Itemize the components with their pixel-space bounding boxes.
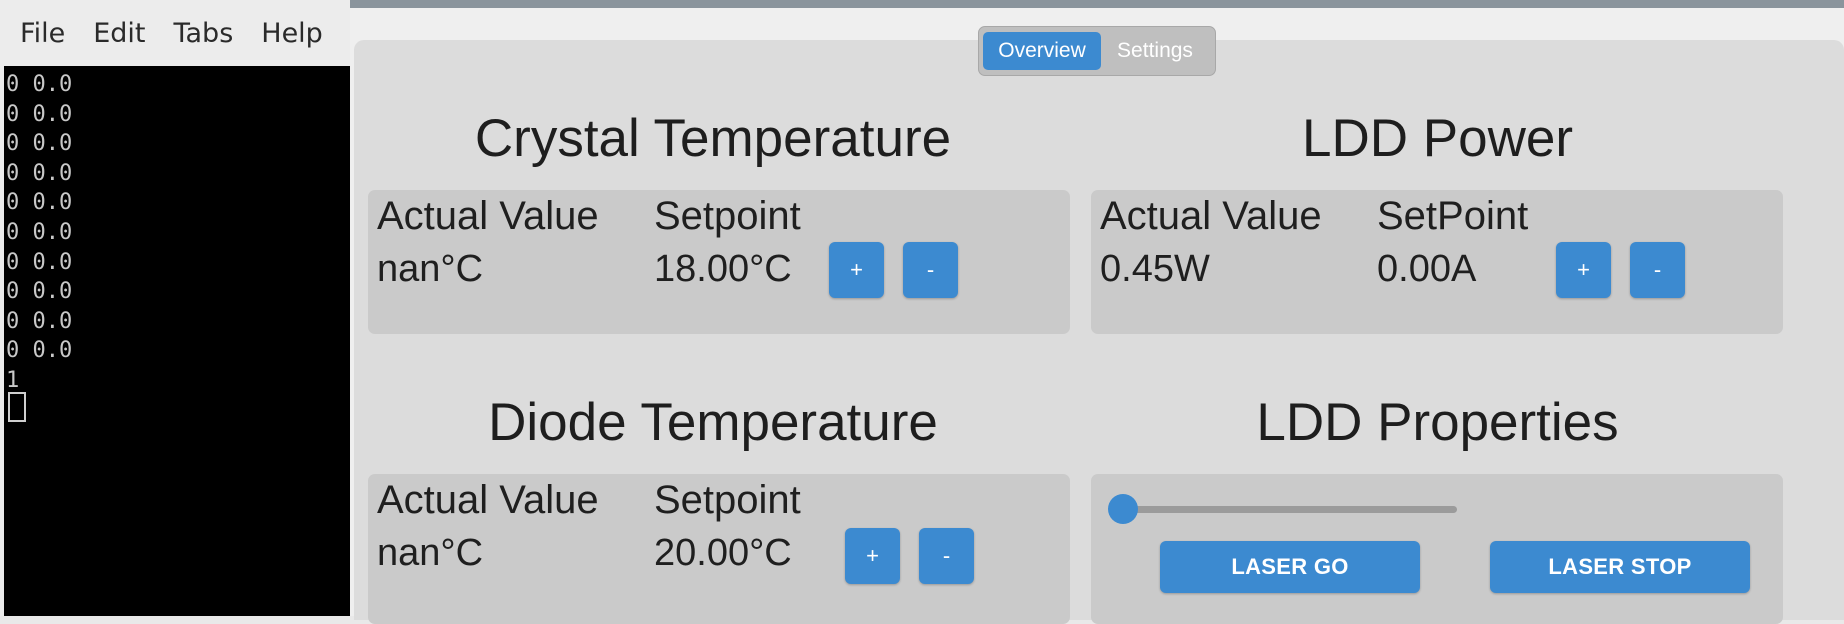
ldd-properties-card: LASER GO LASER STOP [1091, 474, 1783, 624]
ldd-power-actual-label: Actual Value [1100, 194, 1322, 238]
diode-actual-value: nan°C [377, 532, 484, 574]
terminal-line: 0 0.0 [6, 338, 73, 364]
laser-stop-button[interactable]: LASER STOP [1490, 541, 1750, 593]
app-titlebar[interactable] [350, 0, 1844, 8]
diode-temperature-card: Actual Value nan°C Setpoint 20.00°C + - [368, 474, 1070, 624]
crystal-actual-value: nan°C [377, 248, 484, 290]
diode-decrease-button[interactable]: - [919, 528, 974, 584]
tab-settings[interactable]: Settings [1101, 32, 1209, 70]
menu-edit[interactable]: Edit [83, 14, 155, 53]
ldd-power-actual-value: 0.45W [1100, 248, 1210, 290]
laser-slider-thumb[interactable] [1108, 494, 1138, 524]
tab-overview[interactable]: Overview [983, 32, 1101, 70]
ldd-power-card: Actual Value 0.45W SetPoint 0.00A + - [1091, 190, 1783, 334]
crystal-decrease-button[interactable]: - [903, 242, 958, 298]
menu-file[interactable]: File [10, 14, 75, 53]
terminal-line: 0 0.0 [6, 219, 73, 245]
crystal-setpoint-label: Setpoint [654, 194, 801, 238]
ldd-power-setpoint-label: SetPoint [1377, 194, 1529, 238]
terminal-line: 0 0.0 [6, 72, 73, 97]
crystal-temperature-card: Actual Value nan°C Setpoint 18.00°C + - [368, 190, 1070, 334]
terminal-line: 0 0.0 [6, 190, 73, 216]
ldd-properties-title: LDD Properties [1256, 393, 1619, 452]
diode-actual-label: Actual Value [377, 478, 599, 522]
ldd-power-title: LDD Power [1302, 109, 1573, 168]
crystal-setpoint-value: 18.00°C [654, 248, 792, 290]
tab-bar: Overview Settings [978, 26, 1216, 76]
laser-go-button[interactable]: LASER GO [1160, 541, 1420, 593]
app-window: Overview Settings Crystal Temperature Ac… [350, 0, 1844, 624]
terminal-line: 0 0.0 [6, 160, 73, 186]
terminal-menubar: File Edit Tabs Help [0, 0, 350, 66]
terminal-line: 0 0.0 [6, 308, 73, 334]
terminal-output[interactable]: 0 0.0 0 0.0 0 0.0 0 0.0 0 0.0 0 0.0 0 0.… [4, 66, 350, 616]
crystal-actual-label: Actual Value [377, 194, 599, 238]
terminal-line: 0 0.0 [6, 279, 73, 305]
diode-setpoint-value: 20.00°C [654, 532, 792, 574]
laser-slider-track[interactable] [1111, 506, 1457, 513]
diode-setpoint-label: Setpoint [654, 478, 801, 522]
menu-tabs[interactable]: Tabs [163, 14, 243, 53]
ldd-power-setpoint-value: 0.00A [1377, 248, 1477, 290]
diode-increase-button[interactable]: + [845, 528, 900, 584]
ldd-power-increase-button[interactable]: + [1556, 242, 1611, 298]
terminal-window: File Edit Tabs Help 0 0.0 0 0.0 0 0.0 0 … [0, 0, 350, 616]
terminal-line: 0 0.0 [6, 101, 73, 127]
diode-temperature-title: Diode Temperature [488, 393, 938, 452]
terminal-line: 0 0.0 [6, 131, 73, 157]
terminal-line: 0 0.0 [6, 249, 73, 275]
terminal-cursor [8, 391, 26, 422]
crystal-temperature-title: Crystal Temperature [474, 109, 952, 168]
menu-help[interactable]: Help [251, 14, 333, 53]
crystal-increase-button[interactable]: + [829, 242, 884, 298]
terminal-line: 1 [6, 367, 20, 393]
ldd-power-decrease-button[interactable]: - [1630, 242, 1685, 298]
